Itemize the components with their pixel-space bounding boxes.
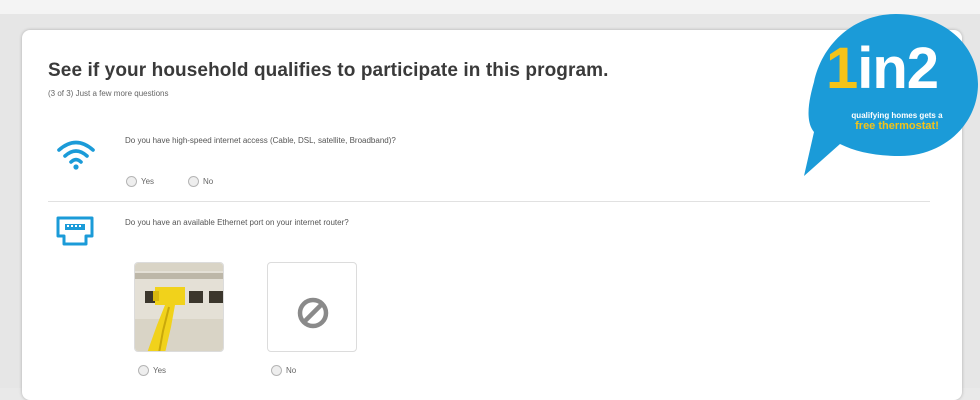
prohibited-icon [297, 297, 329, 329]
promo-number: 1 [826, 36, 858, 101]
wifi-icon [57, 140, 95, 170]
radio-label: No [203, 177, 214, 186]
promo-headline-rest: in2 [857, 36, 939, 101]
internet-yes-radio[interactable]: Yes [126, 176, 154, 187]
radio-button[interactable] [126, 176, 137, 187]
question-ethernet-text: Do you have an available Ethernet port o… [125, 218, 349, 227]
promo-caption: qualifying homes gets a [851, 111, 943, 120]
ethernet-port-icon [56, 216, 94, 246]
promo-offer: free thermostat! [855, 120, 939, 132]
radio-button[interactable] [271, 365, 282, 376]
ethernet-yes-image-tile[interactable] [134, 262, 224, 352]
page-title: See if your household qualifies to parti… [48, 60, 609, 81]
radio-button[interactable] [138, 365, 149, 376]
router-ethernet-image [135, 263, 223, 351]
promo-headline: 1in2 [826, 40, 939, 98]
progress-subtitle: (3 of 3) Just a few more questions [48, 89, 169, 98]
ethernet-no-image-tile[interactable] [267, 262, 357, 352]
radio-label: No [286, 366, 297, 375]
radio-label: Yes [141, 177, 155, 186]
question-internet-text: Do you have high-speed internet access (… [125, 136, 396, 145]
divider [48, 201, 930, 202]
ethernet-yes-radio[interactable]: Yes [138, 365, 166, 376]
radio-label: Yes [153, 366, 167, 375]
internet-no-radio[interactable]: No [188, 176, 213, 187]
radio-button[interactable] [188, 176, 199, 187]
ethernet-no-radio[interactable]: No [271, 365, 296, 376]
